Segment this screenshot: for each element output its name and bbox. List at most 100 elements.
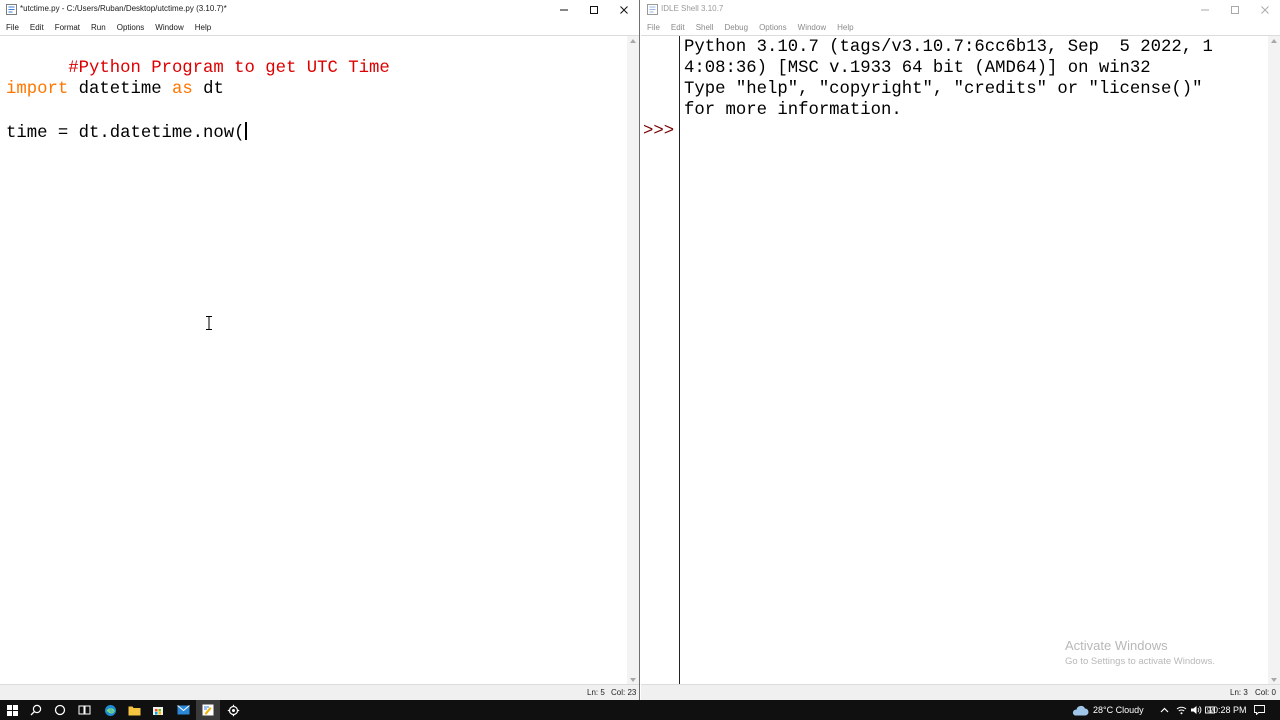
start-button[interactable]: [0, 700, 24, 720]
code-editor-area[interactable]: #Python Program to get UTC Time import d…: [0, 35, 639, 685]
search-icon: [30, 704, 42, 716]
taskbar-mail[interactable]: [171, 700, 195, 720]
editor-status-col: Col: 23: [611, 688, 637, 697]
windows-logo-icon: [6, 704, 18, 716]
shell-title: IDLE Shell 3.10.7: [661, 4, 724, 13]
keyword-as: as: [171, 80, 193, 99]
taskbar-file-explorer[interactable]: [122, 700, 146, 720]
taskbar: 28°C Cloudy 10:28 PM: [0, 700, 1280, 720]
maximize-icon: [1231, 6, 1239, 14]
scroll-down-icon[interactable]: [630, 678, 636, 682]
folder-icon: [128, 706, 140, 715]
edge-browser-icon: [104, 704, 116, 716]
cortana-circle-icon: [54, 704, 66, 716]
shell-output-line: Type "help", "copyright", "credits" or "…: [684, 80, 1203, 99]
minimize-button[interactable]: [549, 0, 579, 20]
menu-file[interactable]: File: [6, 23, 19, 32]
code-line-assignment: time = dt.datetime.now(: [6, 122, 247, 144]
menu-options[interactable]: Options: [117, 23, 145, 32]
wifi-icon: [1176, 706, 1186, 715]
keyword-import: import: [6, 80, 69, 99]
editor-titlebar[interactable]: *utctime.py - C:/Users/Ruban/Desktop/utc…: [0, 0, 639, 20]
scroll-up-icon[interactable]: [1271, 39, 1277, 43]
cloud-icon: [1072, 705, 1089, 715]
maximize-button[interactable]: [579, 0, 609, 20]
menu-help[interactable]: Help: [837, 23, 853, 32]
taskbar-search-button[interactable]: [24, 700, 48, 720]
close-button[interactable]: [609, 0, 639, 20]
scroll-down-icon[interactable]: [1271, 678, 1277, 682]
taskbar-python[interactable]: [221, 700, 245, 720]
menu-options[interactable]: Options: [759, 23, 787, 32]
cortana-button[interactable]: [48, 700, 72, 720]
watermark-subtitle: Go to Settings to activate Windows.: [1065, 656, 1215, 667]
menu-window[interactable]: Window: [798, 23, 826, 32]
menu-debug[interactable]: Debug: [724, 23, 748, 32]
minimize-icon: [1201, 9, 1209, 11]
menu-help[interactable]: Help: [195, 23, 211, 32]
shell-output-line: Python 3.10.7 (tags/v3.10.7:6cc6b13, Sep…: [684, 38, 1213, 57]
menu-edit[interactable]: Edit: [671, 23, 685, 32]
activation-watermark: Activate Windows Go to Settings to activ…: [1065, 638, 1215, 667]
taskbar-edge[interactable]: [98, 700, 122, 720]
weather-widget[interactable]: [1069, 700, 1091, 720]
shell-output-line: for more information.: [684, 101, 902, 120]
editor-title: *utctime.py - C:/Users/Ruban/Desktop/utc…: [20, 4, 227, 13]
minimize-icon: [560, 9, 568, 11]
show-hidden-icons-button[interactable]: [1156, 700, 1172, 720]
scroll-up-icon[interactable]: [630, 39, 636, 43]
shell-status-col: Col: 0: [1255, 688, 1276, 697]
shell-titlebar[interactable]: IDLE Shell 3.10.7: [641, 0, 1280, 20]
code-text-assignment: time = dt.datetime.now(: [6, 124, 245, 143]
task-view-icon: [78, 705, 90, 715]
editor-window: *utctime.py - C:/Users/Ruban/Desktop/utc…: [0, 0, 640, 700]
shell-output-line: 4:08:36) [MSC v.1933 64 bit (AMD64)] on …: [684, 59, 1151, 78]
code-line-import: import datetime as dt: [6, 79, 224, 100]
menu-file[interactable]: File: [647, 23, 660, 32]
minimize-button[interactable]: [1190, 0, 1220, 20]
editor-menubar: File Edit Format Run Options Window Help: [0, 20, 639, 34]
close-icon: [1261, 6, 1269, 14]
maximize-icon: [590, 6, 598, 14]
shell-status-line: Ln: 3: [1230, 688, 1248, 697]
shell-menubar: File Edit Shell Debug Options Window Hel…: [641, 20, 1280, 34]
idle-app-icon: [6, 4, 17, 15]
editor-status-line: Ln: 5: [587, 688, 605, 697]
ibeam-cursor-icon: [206, 316, 212, 330]
notification-icon: [1253, 705, 1265, 715]
close-button[interactable]: [1250, 0, 1280, 20]
idle-editor-icon: [202, 704, 214, 716]
menu-format[interactable]: Format: [55, 23, 80, 32]
shell-output-area[interactable]: >>> Python 3.10.7 (tags/v3.10.7:6cc6b13,…: [641, 35, 1280, 685]
shell-statusbar: Ln: 3 Col: 0: [641, 684, 1280, 700]
text-caret: [244, 122, 247, 140]
shell-window: IDLE Shell 3.10.7 File Edit Shell Debug …: [641, 0, 1280, 700]
shell-prompt: >>>: [643, 122, 675, 141]
idle-app-icon: [647, 4, 658, 15]
volume-button[interactable]: [1188, 700, 1204, 720]
maximize-button[interactable]: [1220, 0, 1250, 20]
close-icon: [620, 6, 628, 14]
clock-time[interactable]: 10:28 PM: [1208, 705, 1247, 715]
weather-text[interactable]: 28°C Cloudy: [1093, 705, 1144, 715]
menu-window[interactable]: Window: [155, 23, 183, 32]
store-bag-icon: [153, 707, 163, 715]
shell-scrollbar[interactable]: [1268, 36, 1280, 685]
code-text-module: datetime: [68, 80, 172, 99]
watermark-title: Activate Windows: [1065, 638, 1168, 653]
menu-shell[interactable]: Shell: [696, 23, 714, 32]
taskbar-idle[interactable]: [196, 700, 220, 720]
chevron-up-icon: [1160, 707, 1168, 713]
editor-statusbar: Ln: 5 Col: 23: [0, 684, 639, 700]
task-view-button[interactable]: [72, 700, 96, 720]
editor-scrollbar[interactable]: [627, 36, 639, 685]
menu-edit[interactable]: Edit: [30, 23, 44, 32]
code-text-alias: dt: [192, 80, 224, 99]
taskbar-store[interactable]: [146, 700, 170, 720]
network-button[interactable]: [1173, 700, 1189, 720]
menu-run[interactable]: Run: [91, 23, 106, 32]
action-center-button[interactable]: [1250, 700, 1268, 720]
mail-icon: [176, 705, 190, 715]
speaker-icon: [1191, 706, 1202, 714]
code-comment: #Python Program to get UTC Time: [68, 59, 390, 78]
